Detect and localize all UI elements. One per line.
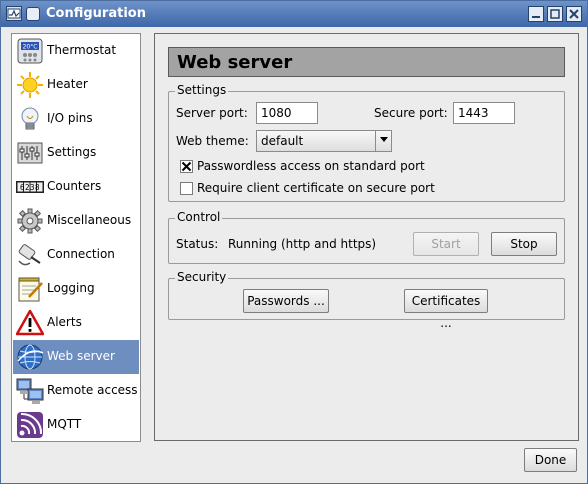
chevron-down-icon (375, 131, 391, 151)
sidebar-item-label: Logging (47, 281, 95, 295)
passwordless-label: Passwordless access on standard port (197, 159, 425, 173)
sidebar-item-label: Miscellaneous (47, 213, 132, 227)
secure-port-input[interactable]: 1443 (453, 102, 515, 124)
thermostat-icon-text: 20°C (23, 44, 38, 51)
web-theme-value: default (261, 134, 304, 148)
web-theme-label: Web theme: (176, 134, 249, 148)
app-icon (26, 7, 40, 21)
page-title: Web server (177, 52, 293, 73)
sidebar-item-thermostat[interactable]: 20°C Thermostat (13, 34, 139, 68)
sidebar-item-settings[interactable]: Settings (13, 136, 139, 170)
sidebar-item-label: Thermostat (47, 43, 117, 57)
done-button[interactable]: Done (524, 448, 577, 472)
maximize-button[interactable] (547, 6, 563, 22)
sidebar-item-label: Counters (47, 179, 102, 193)
window-title: Configuration (46, 6, 146, 21)
secure-port-label: Secure port: (374, 106, 448, 120)
settings-group-title: Settings (175, 83, 229, 97)
control-group-title: Control (175, 210, 223, 224)
stop-button[interactable]: Stop (491, 232, 557, 256)
computers-icon (16, 377, 44, 405)
passwords-button[interactable]: Passwords ... (243, 289, 329, 313)
title-bar[interactable]: Configuration (1, 1, 587, 27)
page-title-bar: Web server (168, 47, 565, 77)
sidebar-item-web-server[interactable]: Web server (13, 340, 139, 374)
client-cert-label: Require client certificate on secure por… (197, 181, 435, 195)
notepad-icon (16, 275, 44, 303)
security-group: Security Passwords ... Certificates ... (168, 270, 565, 330)
plug-icon (16, 241, 44, 269)
sun-icon (16, 71, 44, 99)
bulb-icon (16, 105, 44, 133)
sidebar-item-remote-access[interactable]: Remote access (13, 374, 139, 408)
minimize-button[interactable] (528, 6, 544, 22)
sidebar-item-label: Remote access (47, 383, 138, 397)
configuration-window: Configuration 20°C Thermostat Heater I/O… (0, 0, 588, 484)
window-menu-icon[interactable] (6, 6, 22, 21)
sidebar-item-connection[interactable]: Connection (13, 238, 139, 272)
start-button[interactable]: Start (413, 232, 479, 256)
server-port-label: Server port: (176, 106, 248, 120)
close-button[interactable] (566, 6, 582, 22)
settings-group: Settings Server port: 1080 Secure port: … (168, 83, 565, 202)
status-label: Status: (176, 237, 219, 251)
status-value: Running (http and https) (228, 237, 377, 251)
sidebar-item-label: Settings (47, 145, 97, 159)
sidebar-item-counters[interactable]: 6238 Counters (13, 170, 139, 204)
globe-icon (16, 343, 44, 371)
wifi-signal-icon (16, 411, 44, 439)
sidebar-item-label: Alerts (47, 315, 82, 329)
thermostat-icon: 20°C (16, 37, 44, 65)
web-theme-select[interactable]: default (256, 130, 392, 152)
settings-panel-icon (16, 139, 44, 167)
sidebar-item-label: Connection (47, 247, 115, 261)
counter-icon: 6238 (16, 173, 44, 201)
server-port-input[interactable]: 1080 (256, 102, 318, 124)
sidebar-item-label: Heater (47, 77, 88, 91)
sidebar-item-heater[interactable]: Heater (13, 68, 139, 102)
security-group-title: Security (175, 270, 229, 284)
sidebar-item-logging[interactable]: Logging (13, 272, 139, 306)
sidebar-item-label: MQTT (47, 417, 82, 431)
passwordless-checkbox[interactable] (180, 160, 193, 173)
sidebar-item-miscellaneous[interactable]: Miscellaneous (13, 204, 139, 238)
sidebar-item-mqtt[interactable]: MQTT (13, 408, 139, 442)
client-cert-checkbox[interactable] (180, 182, 193, 195)
counter-icon-text: 6238 (20, 183, 40, 192)
certificates-button[interactable]: Certificates ... (404, 289, 488, 330)
sidebar-item-io-pins[interactable]: I/O pins (13, 102, 139, 136)
warning-icon (16, 309, 44, 337)
control-group: Control Status: Running (http and https)… (168, 210, 565, 264)
category-list: 20°C Thermostat Heater I/O pins Settings… (11, 33, 141, 442)
gear-icon (16, 207, 44, 235)
sidebar-item-alerts[interactable]: Alerts (13, 306, 139, 340)
web-server-panel: Web server Settings Server port: 1080 Se… (154, 33, 579, 441)
sidebar-item-label: Web server (47, 349, 115, 363)
sidebar-item-label: I/O pins (47, 111, 93, 125)
